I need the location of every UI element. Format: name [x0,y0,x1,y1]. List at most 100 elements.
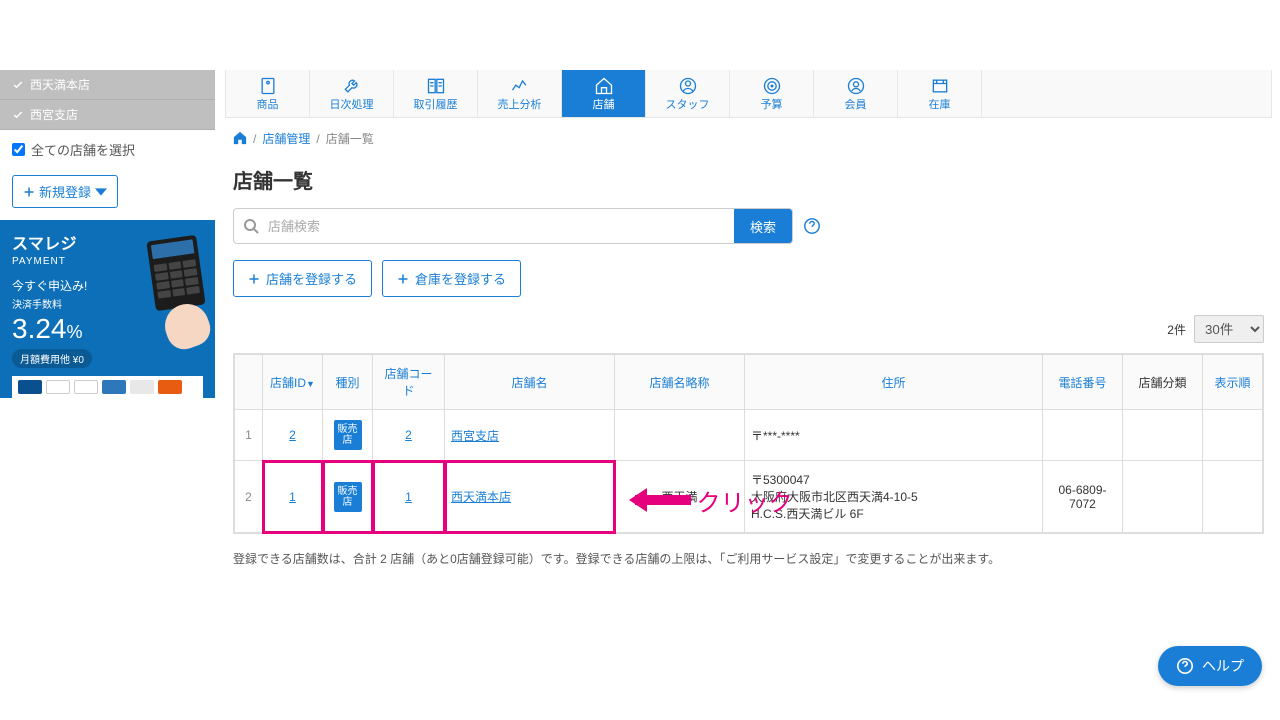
store-name-link[interactable]: 西天満本店 [451,490,511,504]
breadcrumb-sep: / [253,132,256,146]
col-idx [235,355,263,410]
nav-item-member[interactable]: 会員 [814,70,898,117]
search-box: 検索 [233,208,793,244]
store-select-list: 西天満本店 西宮支店 [0,70,215,130]
tag-icon [226,74,309,96]
nav-label: 店舗 [593,99,615,111]
store-abbr: 西天満 [615,461,745,533]
jcb-icon [18,380,42,394]
nav-label: 売上分析 [498,99,542,111]
chart-icon [478,74,561,96]
stock-icon [898,74,981,96]
target-icon [730,74,813,96]
store-name-link[interactable]: 西宮支店 [451,429,499,443]
store-select-item[interactable]: 西天満本店 [0,70,215,100]
col-type[interactable]: 種別 [323,355,373,410]
check-icon [12,79,24,91]
help-icon [1176,657,1194,675]
top-nav: 商品 日次処理 取引履歴 売上分析 店舗 スタッフ 予算 会員 在庫 [225,70,1272,118]
plus-icon [397,273,409,285]
table-row: 2 1 販売店 1 西天満本店 西天満〒5300047大阪府大阪市北区西天満4-10-5H… [235,461,1263,533]
nav-item-ledger[interactable]: 取引履歴 [394,70,478,117]
nav-label: 取引履歴 [414,99,458,111]
nav-item-chart[interactable]: 売上分析 [478,70,562,117]
col-name[interactable]: 店舗名 [445,355,615,410]
store-order [1203,461,1263,533]
store-id-link[interactable]: 1 [289,490,296,504]
store-code-link[interactable]: 2 [405,428,412,442]
register-warehouse-button[interactable]: 倉庫を登録する [382,260,521,297]
other-card-icon [158,380,182,394]
col-order[interactable]: 表示順 [1203,355,1263,410]
promo-card-logos [12,376,203,398]
search-icon [234,209,268,243]
breadcrumb-mgmt[interactable]: 店舗管理 [262,130,310,147]
col-cat: 店舗分類 [1123,355,1203,410]
nav-item-home[interactable]: 店舗 [562,70,646,117]
nav-label: 商品 [257,99,279,111]
promo-banner[interactable]: スマレジ PAYMENT 今すぐ申込み! 決済手数料 3.24% 月額費用他 ¥… [0,220,215,398]
search-input[interactable] [268,209,734,243]
nav-item-stock[interactable]: 在庫 [898,70,982,117]
breadcrumb-sep: / [316,132,319,146]
store-name: 西天満本店 [30,76,90,93]
amex-icon [102,380,126,394]
store-select-item[interactable]: 西宮支店 [0,100,215,130]
breadcrumb-home[interactable] [233,131,247,146]
help-fab[interactable]: ヘルプ [1158,646,1262,686]
page-title: 店舗一覧 [225,159,1272,208]
new-register-button[interactable]: 新規登録 [12,175,118,208]
nav-label: 日次処理 [330,99,374,111]
new-register-label: 新規登録 [39,182,91,201]
nav-item-user[interactable]: スタッフ [646,70,730,117]
table-row: 12販売店2西宮支店〒***-**** [235,410,1263,461]
store-type-badge: 販売店 [334,420,362,450]
nav-item-wrench[interactable]: 日次処理 [310,70,394,117]
home-icon [233,131,247,145]
col-code[interactable]: 店舗コード [373,355,445,410]
col-store-id[interactable]: 店舗ID▼ [263,355,323,410]
register-store-button[interactable]: 店舗を登録する [233,260,372,297]
store-tel [1043,410,1123,461]
store-cat [1123,410,1203,461]
select-all-stores[interactable]: 全ての店舗を選択 [0,130,215,169]
search-button[interactable]: 検索 [734,209,792,243]
help-fab-label: ヘルプ [1202,656,1244,676]
breadcrumb-current: 店舗一覧 [326,130,374,147]
member-icon [814,74,897,96]
main-content: 商品 日次処理 取引履歴 売上分析 店舗 スタッフ 予算 会員 在庫 / 店舗管理 / 店舗一覧… [215,70,1280,710]
nav-label: 予算 [761,99,783,111]
nav-item-tag[interactable]: 商品 [226,70,310,117]
col-tel[interactable]: 電話番号 [1043,355,1123,410]
store-addr: 〒5300047大阪府大阪市北区西天満4-10-5H.C.S.西天満ビル 6F [745,461,1043,533]
store-id-link[interactable]: 2 [289,428,296,442]
footer-note: 登録できる店舗数は、合計 2 店舗（あと0店舗登録可能）です。登録できる店舗の上… [225,534,1272,571]
wrench-icon [310,74,393,96]
col-abbr[interactable]: 店舗名略称 [615,355,745,410]
sidebar: 西天満本店 西宮支店 全ての店舗を選択 新規登録 スマレジ PAYMENT 今す… [0,70,215,710]
ledger-icon [394,74,477,96]
breadcrumb: / 店舗管理 / 店舗一覧 [225,118,1272,159]
store-type-badge: 販売店 [334,482,362,512]
select-all-label: 全ての店舗を選択 [31,140,135,159]
store-abbr [615,410,745,461]
mastercard-icon [74,380,98,394]
store-code-link[interactable]: 1 [405,490,412,504]
caret-down-icon [95,186,107,198]
visa-icon [46,380,70,394]
nav-label: スタッフ [666,99,710,111]
page-size-select[interactable]: 30件 [1194,315,1264,343]
nav-item-target[interactable]: 予算 [730,70,814,117]
diners-icon [130,380,154,394]
store-cat [1123,461,1203,533]
row-index: 2 [245,490,252,504]
register-warehouse-label: 倉庫を登録する [415,269,506,288]
plus-icon [23,186,35,198]
col-addr[interactable]: 住所 [745,355,1043,410]
select-all-checkbox[interactable] [12,143,25,156]
user-icon [646,74,729,96]
help-icon[interactable] [803,217,821,235]
home-icon [562,74,645,96]
result-count: 2件 [1167,321,1186,338]
nav-label: 会員 [845,99,867,111]
